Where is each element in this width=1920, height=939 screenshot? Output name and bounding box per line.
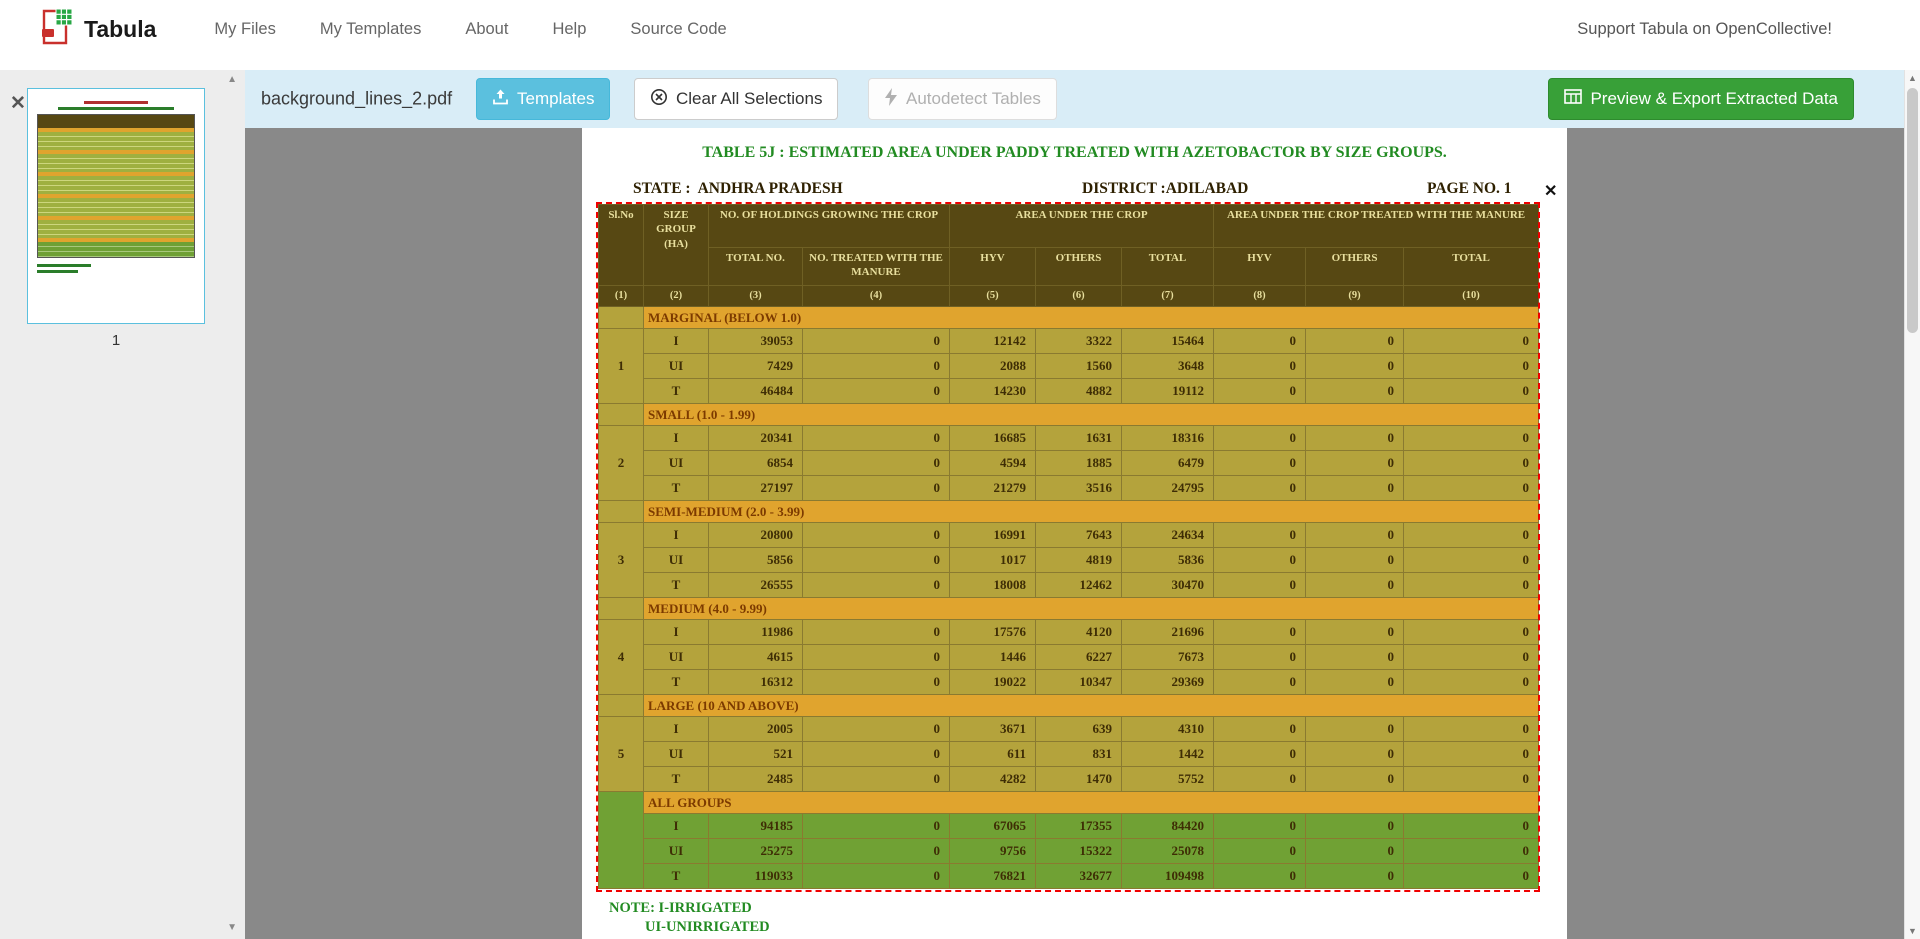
templates-button[interactable]: Templates xyxy=(476,78,610,120)
pdf-page-no-line: PAGE NO. 1 xyxy=(1427,180,1512,198)
state-value: ANDHRA PRADESH xyxy=(698,180,843,197)
templates-button-label: Templates xyxy=(517,89,594,109)
pages-sidebar: ✕ 1 ▲ ▼ xyxy=(0,70,245,939)
page-number-label: 1 xyxy=(27,332,205,349)
brand[interactable]: Tabula xyxy=(38,7,156,52)
export-button-label: Preview & Export Extracted Data xyxy=(1590,89,1838,109)
navbar: Tabula My Files My Templates About Help … xyxy=(0,0,1920,58)
sidebar-scroll-down-icon[interactable]: ▼ xyxy=(227,922,237,933)
scrollbar-thumb[interactable] xyxy=(1907,88,1918,333)
pdf-title: TABLE 5J : ESTIMATED AREA UNDER PADDY TR… xyxy=(582,144,1567,162)
pdf-state-line: STATE : ANDHRA PRADESH xyxy=(633,180,843,198)
export-button[interactable]: Preview & Export Extracted Data xyxy=(1548,78,1854,120)
pdf-district-line: DISTRICT :ADILABAD xyxy=(1082,180,1248,198)
clear-selections-button[interactable]: Clear All Selections xyxy=(634,78,838,120)
clear-selections-label: Clear All Selections xyxy=(676,89,822,109)
vertical-scrollbar[interactable]: ▲ ▼ xyxy=(1904,70,1920,939)
district-label: DISTRICT : xyxy=(1082,180,1166,197)
selection-box[interactable] xyxy=(596,202,1540,892)
pdf-page: TABLE 5J : ESTIMATED AREA UNDER PADDY TR… xyxy=(582,128,1567,939)
district-value: ADILABAD xyxy=(1166,180,1249,197)
scrollbar-down-icon[interactable]: ▼ xyxy=(1905,926,1920,936)
thumb-title-line xyxy=(58,107,175,110)
page-thumbnail[interactable] xyxy=(27,88,205,324)
upload-icon xyxy=(492,89,509,110)
nav-source-code[interactable]: Source Code xyxy=(608,20,748,39)
support-link[interactable]: Support Tabula on OpenCollective! xyxy=(1577,20,1832,39)
thumb-note-line xyxy=(37,264,91,267)
tabula-logo-icon xyxy=(38,7,74,52)
circle-x-icon xyxy=(650,88,668,111)
table-icon xyxy=(1564,89,1582,109)
thumb-title-line xyxy=(84,101,147,104)
brand-name: Tabula xyxy=(84,16,156,43)
document-area: TABLE 5J : ESTIMATED AREA UNDER PADDY TR… xyxy=(245,128,1904,939)
lightning-icon xyxy=(884,88,898,111)
nav-my-templates[interactable]: My Templates xyxy=(298,20,443,39)
scrollbar-up-icon[interactable]: ▲ xyxy=(1905,73,1920,83)
state-label: STATE : xyxy=(633,180,691,197)
nav-about[interactable]: About xyxy=(443,20,530,39)
thumb-table-preview xyxy=(37,114,195,258)
pdf-note-line1: NOTE: I-IRRIGATED xyxy=(609,900,752,917)
thumb-note-line xyxy=(37,270,78,273)
toolbar: background_lines_2.pdf Templates Clear A… xyxy=(245,70,1904,128)
autodetect-tables-label: Autodetect Tables xyxy=(906,89,1041,109)
nav-help[interactable]: Help xyxy=(530,20,608,39)
selection-delete-button[interactable]: ✕ xyxy=(1544,181,1557,201)
autodetect-tables-button[interactable]: Autodetect Tables xyxy=(868,78,1057,120)
remove-file-button[interactable]: ✕ xyxy=(10,92,26,115)
navbar-spacer xyxy=(0,58,1920,70)
filename-label: background_lines_2.pdf xyxy=(261,89,452,110)
nav-menu: My Files My Templates About Help Source … xyxy=(192,20,748,39)
pdf-note-line2: UI-UNIRRIGATED xyxy=(645,919,770,936)
sidebar-scroll-up-icon[interactable]: ▲ xyxy=(227,74,237,85)
nav-my-files[interactable]: My Files xyxy=(192,20,297,39)
